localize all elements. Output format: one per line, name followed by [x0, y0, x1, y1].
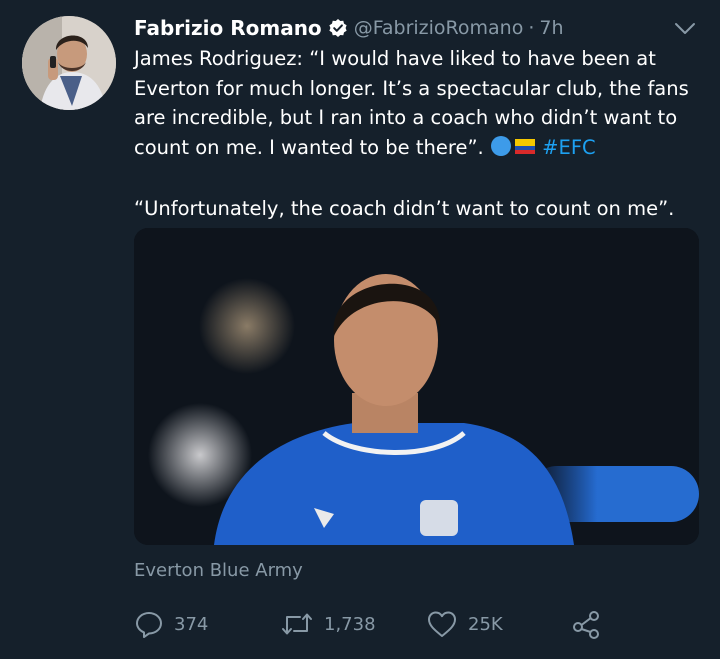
retweet-button[interactable]: 1,738	[280, 608, 376, 640]
verified-badge-icon	[328, 18, 348, 38]
author-name[interactable]: Fabrizio Romano	[134, 16, 322, 40]
chevron-down-icon[interactable]	[672, 16, 698, 42]
header-separator: ·	[528, 17, 535, 39]
tweet-actions-bar: 374 1,738 25K	[134, 608, 614, 640]
author-handle[interactable]: @FabrizioRomano	[354, 17, 524, 39]
like-count: 25K	[468, 613, 503, 635]
tweet-header: Fabrizio Romano @FabrizioRomano · 7h	[134, 12, 564, 44]
colombia-flag-icon	[490, 135, 536, 166]
tweet-paragraph-1: James Rodriguez: “I would have liked to …	[134, 44, 704, 165]
avatar-image	[22, 16, 116, 110]
retweet-count: 1,738	[324, 613, 376, 635]
tweet-paragraph-2: “Unfortunately, the coach didn’t want to…	[134, 197, 675, 220]
retweet-icon	[282, 613, 312, 635]
hashtag-link[interactable]: #EFC	[542, 136, 596, 159]
reply-count: 374	[174, 613, 209, 635]
tweet-quote-text: James Rodriguez: “I would have liked to …	[134, 47, 689, 159]
reply-icon	[136, 612, 162, 638]
author-avatar[interactable]	[22, 16, 116, 110]
tweet-timestamp[interactable]: 7h	[539, 17, 563, 39]
tweet-media-image[interactable]	[134, 228, 699, 545]
heart-icon	[428, 611, 456, 637]
share-button[interactable]	[570, 608, 612, 640]
tweet-body: James Rodriguez: “I would have liked to …	[134, 44, 704, 224]
like-button[interactable]: 25K	[426, 608, 503, 640]
reply-button[interactable]: 374	[134, 608, 208, 640]
share-icon	[573, 611, 599, 639]
media-source-credit[interactable]: Everton Blue Army	[134, 560, 303, 581]
